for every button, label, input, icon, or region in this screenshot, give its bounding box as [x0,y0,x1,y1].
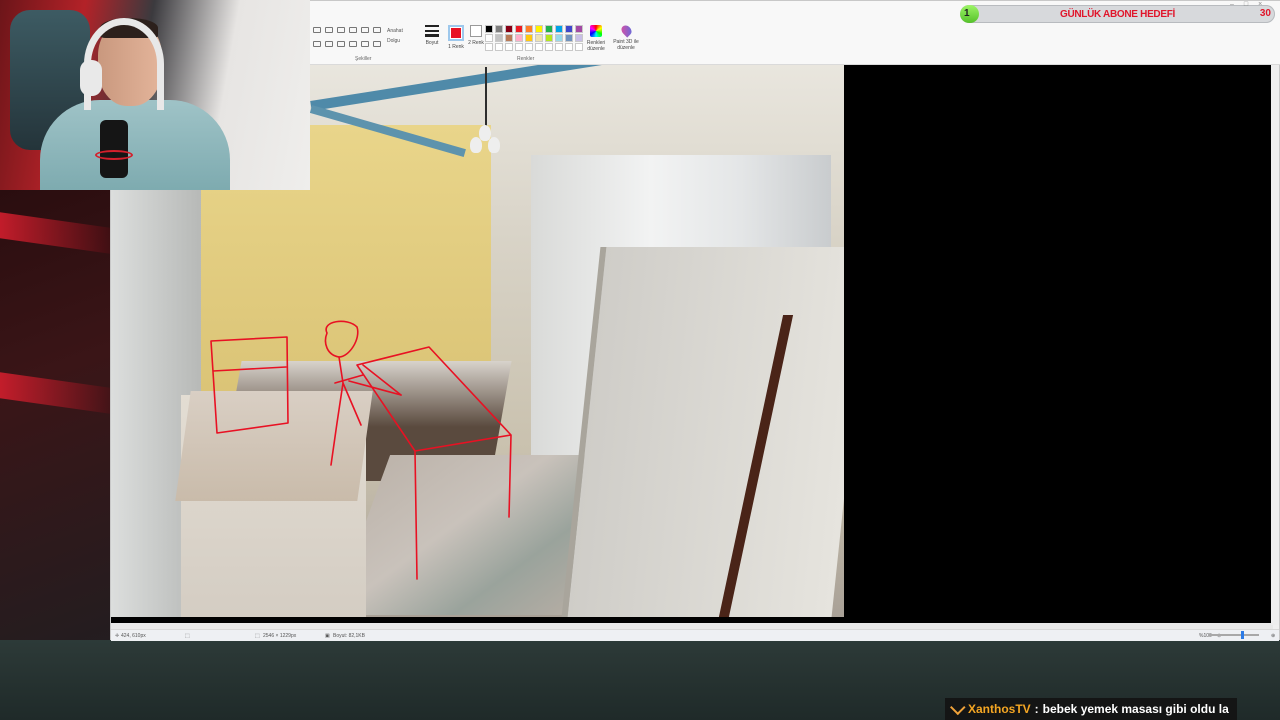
vertical-scrollbar[interactable] [1271,65,1279,625]
palette-swatch[interactable] [555,43,563,51]
cursor-position: 424, 610px [121,633,146,639]
palette-swatch[interactable] [495,34,503,42]
palette-swatch[interactable] [485,34,493,42]
chevron-icon [950,699,966,715]
color2-swatch [470,25,482,37]
line-width-icon [425,25,439,37]
canvas-size: 2546 × 1229px [263,633,297,639]
palette-swatch[interactable] [495,25,503,33]
drawn-stick-figure [330,356,402,466]
chat-text: bebek yemek masası gibi oldu la [1042,702,1229,716]
red-streak [0,212,110,254]
palette-swatch[interactable] [565,25,573,33]
zoom-slider[interactable] [1209,631,1259,639]
rainbow-icon [590,25,602,37]
size-button[interactable]: Boyut [421,25,443,46]
drawn-head [324,320,359,358]
palette-swatch[interactable] [555,34,563,42]
color2-label: 2 Renk [468,40,484,46]
outline-option[interactable]: Anahat [387,26,403,36]
minimize-icon: – [1230,1,1244,8]
goal-label: GÜNLÜK ABONE HEDEFİ [1059,9,1176,20]
size-label: Boyut [425,40,439,46]
color-palette[interactable] [485,25,584,51]
canvas-size-icon: ⬚ [255,633,260,639]
window-controls[interactable]: –□× [1230,1,1272,8]
red-streak [0,372,110,414]
palette-swatch[interactable] [545,25,553,33]
color1-button[interactable]: 1 Renk [445,25,467,50]
palette-swatch[interactable] [485,43,493,51]
goal-target: 30 [1259,8,1271,19]
status-bar: ✛ 424, 610px ⬚ ⬚ 2546 × 1229px ▣ Boyut: … [111,629,1279,641]
color2-button[interactable]: 2 Renk [465,25,487,46]
shapes-gallery[interactable] [313,27,381,53]
chat-username: XanthosTV [968,702,1031,716]
palette-swatch[interactable] [505,34,513,42]
palette-swatch[interactable] [525,34,533,42]
palette-swatch[interactable] [505,25,513,33]
color1-swatch [448,25,464,41]
palette-swatch[interactable] [525,43,533,51]
palette-swatch[interactable] [495,43,503,51]
zoom-thumb[interactable] [1241,631,1244,639]
file-size-icon: ▣ [325,633,330,639]
palette-swatch[interactable] [505,43,513,51]
paint3d-icon [618,23,634,38]
webcam-overlay [0,0,310,190]
shape-options: Anahat Dolgu [387,26,403,46]
maximize-icon: □ [1243,1,1259,8]
file-size: Boyut: 82,1KB [333,633,365,639]
palette-swatch[interactable] [555,25,563,33]
palette-swatch[interactable] [565,43,573,51]
palette-swatch[interactable] [575,43,583,51]
microphone [100,120,128,178]
drawn-chair [356,346,512,580]
palette-swatch[interactable] [535,34,543,42]
palette-swatch[interactable] [515,43,523,51]
streamer-body [40,100,230,190]
cursor-position-icon: ✛ [115,633,120,639]
paint3d-button[interactable]: Paint 3D ile düzenle [611,23,641,51]
zoom-in-icon[interactable]: ⊕ [1271,633,1275,639]
chat-separator: : [1034,702,1039,716]
palette-swatch[interactable] [575,34,583,42]
chat-message: XanthosTV : bebek yemek masası gibi oldu… [945,698,1237,720]
shapes-group-label: Şekiller [355,56,372,62]
close-icon: × [1258,1,1273,8]
fill-option[interactable]: Dolgu [387,36,403,46]
paint3d-label: Paint 3D ile düzenle [613,39,639,51]
palette-swatch[interactable] [485,25,493,33]
edit-colors-button[interactable]: Renkleri düzenle [585,25,607,52]
drawn-box [210,336,289,434]
palette-swatch[interactable] [545,34,553,42]
selection-size-icon: ⬚ [185,633,190,639]
color1-label: 1 Renk [448,44,464,50]
edit-colors-label: Renkleri düzenle [586,40,606,52]
palette-swatch[interactable] [535,25,543,33]
palette-swatch[interactable] [565,34,573,42]
palette-swatch[interactable] [515,34,523,42]
palette-swatch[interactable] [535,43,543,51]
palette-swatch[interactable] [575,25,583,33]
palette-swatch[interactable] [515,25,523,33]
palette-swatch[interactable] [525,25,533,33]
subscriber-goal-bar: 1 GÜNLÜK ABONE HEDEFİ 30 [960,5,1275,23]
palette-swatch[interactable] [545,43,553,51]
colors-group-label: Renkler [517,56,535,62]
